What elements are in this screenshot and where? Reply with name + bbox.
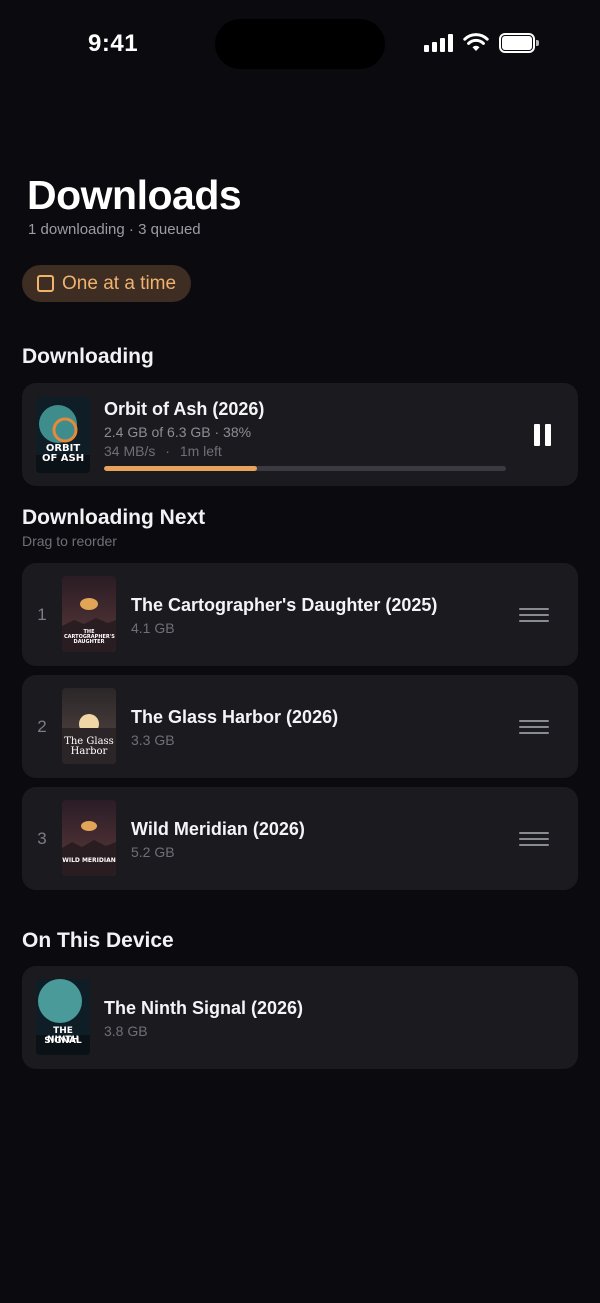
poster-cartographers-daughter: THE CARTOGRAPHER'S DAUGHTER bbox=[62, 576, 116, 652]
download-progress-bar bbox=[104, 466, 506, 471]
checkbox-icon bbox=[37, 275, 54, 292]
device-item-size: 3.8 GB bbox=[104, 1023, 148, 1039]
wifi-icon bbox=[463, 33, 489, 51]
poster-title: Harbor bbox=[70, 746, 108, 757]
page-title: Downloads bbox=[27, 172, 242, 218]
page-subtitle: 1 downloading · 3 queued bbox=[28, 221, 201, 238]
poster-orbit-of-ash: ORBIT OF ASH bbox=[36, 397, 90, 473]
poster-title: OF ASH bbox=[41, 453, 85, 464]
poster-wild-meridian: WILD MERIDIAN bbox=[62, 800, 116, 876]
queue-item[interactable]: 1 THE CARTOGRAPHER'S DAUGHTER The Cartog… bbox=[22, 563, 578, 666]
status-bar: 9:41 bbox=[0, 0, 600, 90]
poster-title: WILD MERIDIAN bbox=[62, 857, 116, 864]
queue-position: 3 bbox=[37, 829, 47, 848]
reorder-hint: Drag to reorder bbox=[22, 533, 117, 549]
one-at-a-time-toggle[interactable]: One at a time bbox=[22, 265, 192, 302]
section-title-downloading-next: Downloading Next bbox=[22, 506, 206, 529]
queue-item[interactable]: 2 The Glass Harbor The Glass Harbor (202… bbox=[22, 675, 578, 778]
poster-glass-harbor: The Glass Harbor bbox=[62, 688, 116, 764]
download-title: Orbit of Ash (2026) bbox=[104, 399, 265, 419]
poster-ninth-signal: THE NINTH SIGNAL bbox=[36, 979, 90, 1055]
active-download-card[interactable]: ORBIT OF ASH Orbit of Ash (2026) 2.4 GB … bbox=[22, 383, 578, 486]
battery-icon bbox=[499, 33, 539, 53]
queue-item-title: The Cartographer's Daughter (2025) bbox=[131, 595, 438, 615]
queue-item[interactable]: 3 WILD MERIDIAN Wild Meridian (2026) 5.2… bbox=[22, 787, 578, 890]
download-progress-text: 2.4 GB of 6.3 GB · 38% bbox=[104, 424, 252, 440]
drag-handle-icon[interactable] bbox=[519, 720, 549, 734]
poster-title: SIGNAL bbox=[44, 1036, 82, 1046]
status-icons bbox=[424, 33, 539, 53]
drag-handle-icon[interactable] bbox=[519, 832, 549, 846]
queue-item-title: The Glass Harbor (2026) bbox=[131, 707, 339, 727]
device-item[interactable]: THE NINTH SIGNAL The Ninth Signal (2026)… bbox=[22, 966, 578, 1069]
download-time-left: 1m left bbox=[179, 443, 222, 459]
drag-handle-icon[interactable] bbox=[519, 608, 549, 622]
download-speed: 34 MB/s · 1m left bbox=[104, 443, 222, 459]
queue-position: 1 bbox=[37, 605, 47, 624]
status-time: 9:41 bbox=[88, 30, 139, 57]
meta-separator: · bbox=[165, 443, 170, 459]
device-item-title: The Ninth Signal (2026) bbox=[104, 998, 304, 1018]
cellular-signal-icon bbox=[424, 34, 453, 52]
pause-icon[interactable] bbox=[534, 424, 552, 446]
dynamic-island bbox=[215, 19, 385, 69]
queue-item-size: 3.3 GB bbox=[131, 732, 175, 748]
download-progress-fill bbox=[104, 466, 257, 471]
section-title-on-this-device: On This Device bbox=[22, 929, 174, 952]
queue-item-title: Wild Meridian (2026) bbox=[131, 819, 305, 839]
poster-title: THE CARTOGRAPHER'S DAUGHTER bbox=[64, 629, 115, 645]
section-title-downloading: Downloading bbox=[22, 345, 154, 368]
queue-position: 2 bbox=[37, 717, 47, 736]
download-speed-value: 34 MB/s bbox=[104, 443, 156, 459]
queue-item-size: 4.1 GB bbox=[131, 620, 175, 636]
queue-item-size: 5.2 GB bbox=[131, 844, 175, 860]
toggle-label: One at a time bbox=[62, 272, 177, 294]
